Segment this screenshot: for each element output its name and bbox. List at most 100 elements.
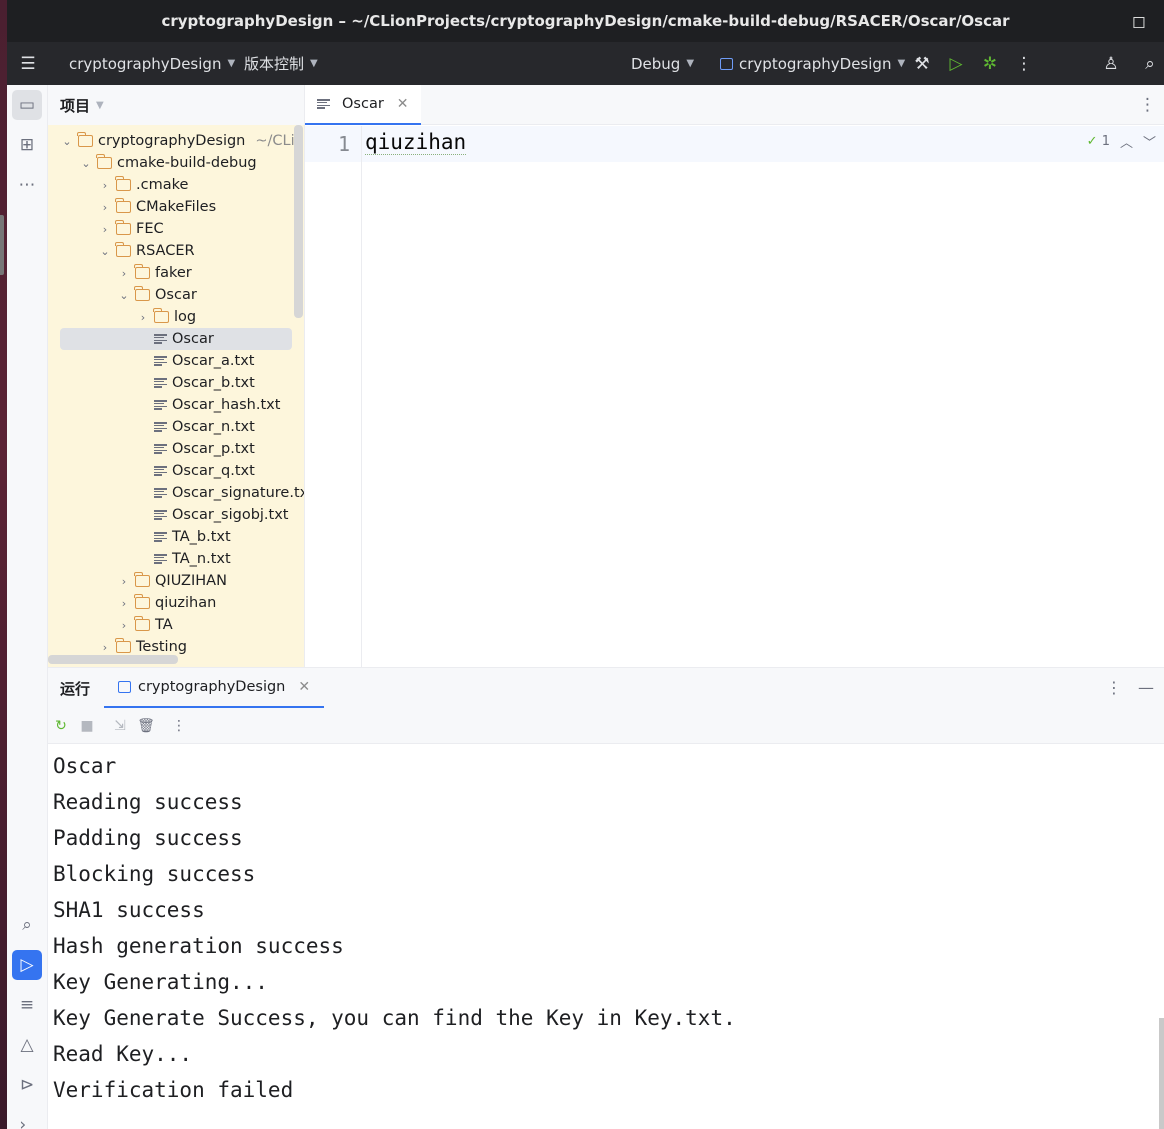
tree-folder-row[interactable]: › faker	[117, 262, 192, 284]
chevron-up-icon[interactable]: ︿	[1120, 132, 1133, 151]
services-icon[interactable]: ⊳	[12, 1070, 42, 1100]
add-user-icon[interactable]: ♙	[1100, 53, 1122, 75]
tree-file-row[interactable]: Oscar_q.txt	[136, 460, 255, 482]
project-switcher[interactable]: cryptographyDesign ▼	[69, 42, 235, 85]
tree-folder-row[interactable]: › FEC	[98, 218, 164, 240]
hamburger-menu-icon[interactable]: ☰	[17, 53, 39, 75]
run-tool-icon[interactable]: ▷	[12, 950, 42, 980]
editor-more-icon[interactable]: ⋮	[1139, 95, 1156, 115]
chevron-right-icon[interactable]: ›	[98, 201, 112, 214]
chevron-right-icon[interactable]: ›	[98, 641, 112, 654]
project-panel-header[interactable]: 项目 ▼	[48, 85, 304, 125]
chevron-down-icon[interactable]: ⌄	[117, 289, 131, 302]
stop-icon[interactable]: ■	[77, 716, 97, 736]
tree-item-label: cryptographyDesign	[98, 133, 246, 149]
folder-icon	[96, 154, 112, 169]
project-scrollbar[interactable]	[294, 125, 303, 318]
todo-list-icon[interactable]: ≡	[12, 990, 42, 1020]
tree-folder-row[interactable]: › log	[136, 306, 196, 328]
tree-folder-row[interactable]: › qiuzihan	[117, 592, 216, 614]
find-search-icon[interactable]: ⌕	[12, 910, 42, 940]
editor-tab-oscar[interactable]: Oscar ✕	[305, 85, 421, 125]
tree-folder-row[interactable]: › TA	[117, 614, 173, 636]
rerun-icon[interactable]: ↻	[51, 716, 71, 736]
run-tab-cryptographydesign[interactable]: cryptographyDesign ✕	[104, 668, 325, 708]
tree-folder-row[interactable]: ⌄cryptographyDesign~/CLionP	[60, 130, 304, 152]
tree-file-row[interactable]: Oscar_b.txt	[136, 372, 255, 394]
inspection-widget[interactable]: ✓ 1 ︿ ﹀	[1087, 132, 1156, 151]
chevron-right-icon[interactable]: ›	[136, 311, 150, 324]
tree-item-label: FEC	[136, 221, 164, 237]
tree-item-label: Testing	[136, 639, 187, 655]
tree-file-row[interactable]: TA_n.txt	[136, 548, 231, 570]
minimize-icon[interactable]: —	[1138, 678, 1154, 697]
text-file-icon	[154, 531, 167, 543]
problems-warning-icon[interactable]: △	[12, 1030, 42, 1060]
tree-item-label: qiuzihan	[155, 595, 217, 611]
console-line: Key Generate Success, you can find the K…	[53, 1006, 736, 1030]
build-hammer-icon[interactable]: ⚒	[911, 53, 933, 75]
console-output[interactable]: Oscar Reading success Padding success Block…	[53, 748, 736, 1108]
tree-item-label: faker	[155, 265, 192, 281]
tree-folder-row[interactable]: ⌄ Oscar	[117, 284, 197, 306]
chevron-down-icon[interactable]: ⌄	[98, 245, 112, 258]
tree-folder-row[interactable]: ⌄ cmake-build-debug	[79, 152, 257, 174]
tree-item-label: Oscar_q.txt	[172, 463, 255, 479]
tree-item-label: log	[174, 309, 197, 325]
tree-folder-row[interactable]: › QIUZIHAN	[117, 570, 227, 592]
tree-folder-row[interactable]: › .cmake	[98, 174, 188, 196]
tree-file-row[interactable]: Oscar_p.txt	[136, 438, 255, 460]
tree-item-label: Oscar_signature.txt	[172, 485, 305, 501]
terminal-icon[interactable]: ›_	[12, 1110, 42, 1129]
chevron-down-icon: ▼	[96, 99, 104, 111]
tree-file-row[interactable]: Oscar	[136, 328, 214, 350]
vcs-label: 版本控制	[244, 55, 305, 73]
tree-file-row[interactable]: Oscar_a.txt	[136, 350, 254, 372]
tree-item-label: TA_b.txt	[172, 529, 231, 545]
code-line[interactable]: qiuzihan	[365, 130, 467, 155]
console-line: Hash generation success	[53, 934, 344, 958]
text-file-icon	[154, 377, 167, 389]
close-tab-icon[interactable]: ✕	[397, 96, 409, 112]
tree-folder-row[interactable]: ⌄ RSACER	[98, 240, 195, 262]
search-icon[interactable]: ⌕	[1139, 53, 1161, 75]
build-config-selector[interactable]: Debug ▼	[631, 42, 694, 85]
chevron-right-icon[interactable]: ›	[98, 223, 112, 236]
chevron-right-icon[interactable]: ›	[117, 597, 131, 610]
chevron-right-icon[interactable]: ›	[117, 575, 131, 588]
console-scrollbar[interactable]	[1159, 1018, 1164, 1129]
chevron-down-icon[interactable]: ⌄	[79, 157, 93, 170]
tree-file-row[interactable]: Oscar_signature.txt	[136, 482, 305, 504]
debug-bug-icon[interactable]: ✲	[979, 53, 1001, 75]
more-actions-icon[interactable]: ⋮	[1013, 53, 1035, 75]
chevron-right-icon[interactable]: ›	[117, 619, 131, 632]
chevron-down-icon[interactable]: ⌄	[60, 135, 74, 148]
more-tools-icon[interactable]: ⋯	[12, 170, 42, 200]
chevron-down-icon[interactable]: ﹀	[1143, 132, 1156, 151]
run-play-icon[interactable]: ▷	[945, 53, 967, 75]
structure-icon[interactable]: ⊞	[12, 130, 42, 160]
tree-file-row[interactable]: Oscar_n.txt	[136, 416, 255, 438]
desktop-background	[0, 0, 7, 1129]
window-restore-icon[interactable]: ◻	[1132, 12, 1146, 32]
tree-file-row[interactable]: Oscar_hash.txt	[136, 394, 280, 416]
run-more-icon[interactable]: ⋮	[1106, 678, 1122, 697]
tree-file-row[interactable]: TA_b.txt	[136, 526, 231, 548]
tree-item-label: Oscar	[172, 331, 214, 347]
vcs-menu[interactable]: 版本控制 ▼	[244, 42, 318, 85]
tree-item-label: Oscar	[155, 287, 197, 303]
clear-trash-icon[interactable]: 🗑	[136, 716, 156, 736]
project-horizontal-scrollbar[interactable]	[48, 655, 178, 664]
run-more-actions-icon[interactable]: ⋮	[169, 716, 189, 736]
scroll-to-end-icon[interactable]: ⇲	[110, 716, 130, 736]
chevron-down-icon: ▼	[686, 58, 695, 69]
chevron-right-icon[interactable]: ›	[117, 267, 131, 280]
project-folder-icon[interactable]: ▭	[12, 90, 42, 120]
tree-file-row[interactable]: Oscar_sigobj.txt	[136, 504, 289, 526]
tree-folder-row[interactable]: › CMakeFiles	[98, 196, 216, 218]
run-config-selector[interactable]: cryptographyDesign ▼	[720, 42, 905, 85]
chevron-right-icon[interactable]: ›	[98, 179, 112, 192]
tree-item-label: Oscar_p.txt	[172, 441, 255, 457]
close-tab-icon[interactable]: ✕	[298, 679, 310, 695]
text-file-icon	[317, 98, 330, 110]
